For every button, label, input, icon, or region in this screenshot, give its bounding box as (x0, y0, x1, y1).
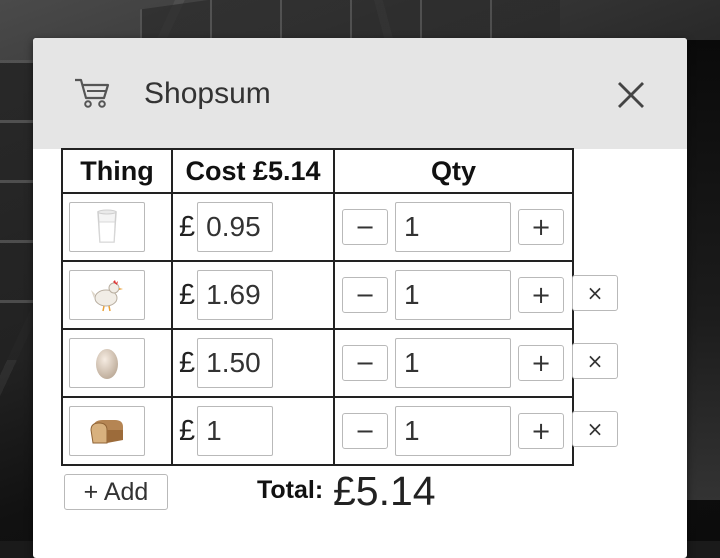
currency-symbol: £ (179, 210, 196, 243)
table-row: £ − + (61, 328, 574, 398)
thing-picker-button[interactable] (69, 202, 145, 252)
app-title: Shopsum (144, 77, 271, 110)
cart-icon (73, 76, 111, 110)
thing-cell (61, 192, 173, 262)
column-header-cost: Cost £5.14 (171, 148, 335, 194)
thing-picker-button[interactable] (69, 338, 145, 388)
chicken-icon (91, 280, 123, 312)
increment-button[interactable]: + (518, 345, 564, 381)
total-value: £5.14 (333, 468, 436, 514)
thing-cell (61, 328, 173, 398)
close-button[interactable] (611, 75, 651, 115)
milk-glass-icon (97, 209, 117, 243)
column-header-qty: Qty (333, 148, 574, 194)
currency-symbol: £ (179, 278, 196, 311)
shopsum-dialog: Shopsum Thing Cost £5.14 Qty £ 0.95 − 1 … (33, 38, 687, 558)
increment-button[interactable]: + (518, 277, 564, 313)
cost-input[interactable] (197, 338, 274, 388)
decrement-button[interactable]: − (342, 345, 388, 381)
thing-picker-button[interactable] (69, 406, 145, 456)
quantity-input[interactable] (395, 270, 511, 320)
cost-input[interactable] (197, 270, 274, 320)
decrement-button[interactable]: − (342, 209, 388, 245)
table-row: £ − + (61, 192, 574, 262)
qty-cell: − + (333, 396, 574, 466)
currency-symbol: £ (179, 414, 196, 447)
quantity-input[interactable] (395, 202, 511, 252)
close-icon (618, 82, 644, 108)
increment-button[interactable]: + (518, 209, 564, 245)
cost-cell: £ (171, 260, 335, 330)
increment-button[interactable]: + (518, 413, 564, 449)
items-table-wrap: Thing Cost £5.14 Qty £ 0.95 − 1 + £ 1.69… (61, 148, 574, 466)
qty-cell: − + (333, 260, 574, 330)
thing-cell (61, 396, 173, 466)
decrement-button[interactable]: − (342, 277, 388, 313)
building-edge (686, 40, 720, 500)
items-table: Thing Cost £5.14 Qty £ 0.95 − 1 + £ 1.69… (61, 148, 574, 466)
cost-input[interactable] (197, 406, 274, 456)
dialog-header: Shopsum (33, 38, 687, 149)
qty-cell: − + (333, 328, 574, 398)
currency-symbol: £ (179, 346, 196, 379)
column-header-thing: Thing (61, 148, 173, 194)
cost-cell: £ (171, 396, 335, 466)
qty-cell: − + (333, 192, 574, 262)
add-item-button[interactable]: + Add (64, 474, 168, 510)
quantity-input[interactable] (395, 406, 511, 456)
table-header-row: Thing Cost £5.14 Qty (61, 148, 574, 194)
thing-cell (61, 260, 173, 330)
bread-icon (90, 420, 123, 444)
cost-input[interactable] (197, 202, 274, 252)
remove-row-button[interactable]: × (572, 275, 618, 311)
table-row: £ − + (61, 396, 574, 466)
cost-cell: £ (171, 328, 335, 398)
decrement-button[interactable]: − (342, 413, 388, 449)
cost-cell: £ (171, 192, 335, 262)
table-row: £ − + (61, 260, 574, 330)
egg-icon (96, 349, 118, 379)
remove-row-button[interactable]: × (572, 343, 618, 379)
thing-picker-button[interactable] (69, 270, 145, 320)
total-label: Total: (257, 476, 324, 504)
quantity-input[interactable] (395, 338, 511, 388)
building-column (0, 60, 34, 360)
remove-row-button[interactable]: × (572, 411, 618, 447)
